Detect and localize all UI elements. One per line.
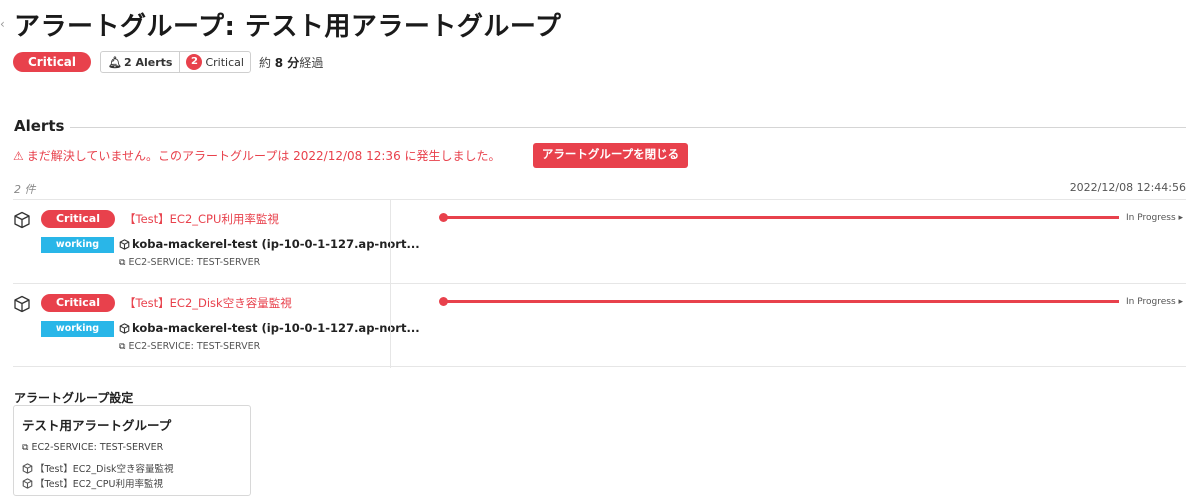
severity-badge: Critical: [13, 52, 92, 72]
alert-timeline: [439, 297, 1119, 307]
alert-row[interactable]: Critical 【Test】EC2_Disk空き容量監視 working ko…: [13, 283, 1186, 368]
page-title: アラートグループ: テスト用アラートグループ: [14, 12, 562, 42]
settings-heading: アラートグループ設定: [14, 391, 134, 405]
monitor-icon: [22, 477, 33, 489]
card-monitor-name: 【Test】EC2_CPU利用率監視: [35, 479, 163, 490]
timeline-bar: [443, 216, 1119, 219]
severity-badge: Critical: [41, 210, 115, 228]
elapsed-prefix: 約: [258, 55, 271, 70]
card-service-name: EC2-SERVICE: TEST-SERVER: [31, 442, 164, 453]
progress-status: In Progress ▸: [1126, 297, 1184, 307]
bell-icon: 🔔︎: [108, 55, 122, 69]
host-icon: [119, 238, 130, 250]
card-service[interactable]: ⧉ EC2-SERVICE: TEST-SERVER: [22, 442, 163, 453]
alerts-count-label: 2 Alerts: [123, 55, 173, 69]
settings-card[interactable]: テスト用アラートグループ ⧉ EC2-SERVICE: TEST-SERVER …: [13, 405, 251, 496]
row-divider: [390, 284, 391, 368]
host-link[interactable]: koba-mackerel-test (ip-10-0-1-127.ap-nor…: [119, 237, 420, 251]
timeline-bar: [443, 300, 1119, 303]
chevron-left-icon[interactable]: ‹: [0, 14, 8, 34]
elapsed-value: 8 分: [274, 55, 300, 70]
status-badge: working: [41, 237, 114, 253]
critical-count-label: Critical: [205, 55, 244, 69]
timeline-start-dot: [439, 213, 448, 222]
warning-text: まだ解決していません。このアラートグループは 2022/12/08 12:36 …: [26, 149, 501, 163]
monitor-link[interactable]: 【Test】EC2_Disk空き容量監視: [124, 295, 292, 311]
cube-icon: [14, 295, 30, 313]
warning-icon: ⚠: [13, 148, 24, 163]
host-link[interactable]: koba-mackerel-test (ip-10-0-1-127.ap-nor…: [119, 321, 420, 335]
current-timestamp: 2022/12/08 12:44:56: [1069, 181, 1186, 194]
alert-counts: 🔔︎ 2 Alerts 2 Critical: [100, 51, 251, 73]
monitor-icon: [22, 462, 33, 474]
host-name: koba-mackerel-test (ip-10-0-1-127.ap-nor…: [132, 321, 420, 335]
alerts-count[interactable]: 🔔︎ 2 Alerts: [101, 52, 181, 72]
service-icon: ⧉: [119, 341, 126, 352]
alert-row[interactable]: Critical 【Test】EC2_CPU利用率監視 working koba…: [13, 199, 1186, 284]
status-row: Critical 🔔︎ 2 Alerts 2 Critical 約 8 分経過: [13, 51, 323, 73]
elapsed-time: 約 8 分経過: [259, 54, 323, 71]
service-link[interactable]: ⧉ EC2-SERVICE: TEST-SERVER: [119, 341, 260, 352]
monitor-link[interactable]: 【Test】EC2_CPU利用率監視: [124, 211, 279, 227]
host-name: koba-mackerel-test (ip-10-0-1-127.ap-nor…: [132, 237, 420, 251]
progress-status: In Progress ▸: [1126, 213, 1184, 223]
service-icon: ⧉: [22, 442, 29, 453]
section-divider: [70, 127, 1186, 128]
critical-count-badge: 2: [186, 54, 203, 70]
service-name: EC2-SERVICE: TEST-SERVER: [128, 341, 261, 352]
severity-badge: Critical: [41, 294, 115, 312]
status-badge: working: [41, 321, 114, 337]
row-divider: [390, 200, 391, 284]
unresolved-warning: ⚠ まだ解決していません。このアラートグループは 2022/12/08 12:3…: [13, 147, 501, 164]
timeline-start-dot: [439, 297, 448, 306]
close-alert-group-button[interactable]: アラートグループを閉じる: [533, 143, 688, 168]
cube-icon: [14, 211, 30, 229]
service-name: EC2-SERVICE: TEST-SERVER: [128, 257, 261, 268]
card-title: テスト用アラートグループ: [22, 418, 172, 433]
card-monitor[interactable]: 【Test】EC2_CPU利用率監視: [22, 476, 163, 490]
item-count: 2 件: [14, 183, 36, 196]
alerts-heading: Alerts: [14, 117, 65, 135]
card-monitor[interactable]: 【Test】EC2_Disk空き容量監視: [22, 461, 174, 475]
service-icon: ⧉: [119, 257, 126, 268]
service-link[interactable]: ⧉ EC2-SERVICE: TEST-SERVER: [119, 257, 260, 268]
host-icon: [119, 322, 130, 334]
elapsed-suffix: 経過: [299, 55, 324, 70]
alert-timeline: [439, 213, 1119, 223]
critical-count[interactable]: 2 Critical: [180, 52, 249, 72]
card-monitor-name: 【Test】EC2_Disk空き容量監視: [35, 464, 174, 475]
